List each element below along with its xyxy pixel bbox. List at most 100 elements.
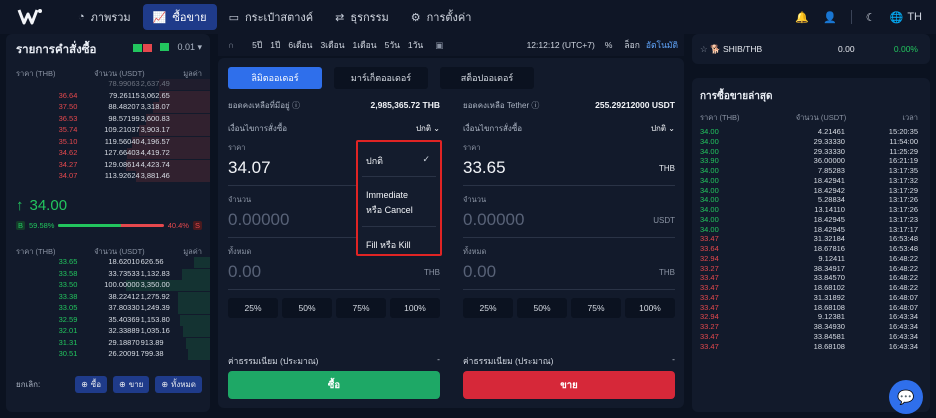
interval-0[interactable]: 5ปี <box>248 38 266 52</box>
trade-row: 34.00 18.42945 13:17:23 <box>700 215 918 225</box>
buy-pct-75[interactable]: 75% <box>336 298 386 318</box>
bid-row[interactable]: 32.01 32.33889 1,035.16 <box>16 326 210 338</box>
sell-condition-select[interactable]: เงื่อนไขการสั่งซื้อ ปกติ ⌄ <box>463 122 675 134</box>
calendar-icon[interactable]: ▣ <box>435 40 443 51</box>
interval-1[interactable]: 1ปี <box>266 38 284 52</box>
cancel-buy-button[interactable]: ⊕ ซื้อ <box>75 376 108 393</box>
row-price: 36.64 <box>58 90 78 100</box>
nav-item-0[interactable]: ◔ ภาพรวม <box>68 4 141 30</box>
interval-5[interactable]: 5วัน <box>381 38 404 52</box>
sell-total-field[interactable]: ทั้งหมด 0.00 THB <box>463 246 675 290</box>
bell-icon[interactable]: 🔔 <box>795 11 809 24</box>
row-value: 4,419.72 <box>140 148 170 157</box>
percent-toggle[interactable]: % <box>605 40 613 50</box>
trade-time: 13:17:26 <box>888 205 918 214</box>
nav-item-label: การตั้งค่า <box>426 12 472 24</box>
bid-row[interactable]: 33.05 37.80330 1,249.39 <box>16 303 210 315</box>
sell-condition-value: ปกติ ⌄ <box>650 123 675 133</box>
dropdown-option-normal[interactable]: ปกติ ✓ <box>358 154 440 168</box>
interval-3[interactable]: 3เดือน <box>316 38 348 52</box>
ask-row[interactable]: 34.27 129.08614 4,423.74 <box>16 159 210 172</box>
ask-row[interactable]: 34.07 113.92624 3,881.46 <box>16 171 210 183</box>
tab-stop-order[interactable]: สต็อปออเดอร์ <box>440 67 534 89</box>
star-icon[interactable]: ☆ <box>700 44 708 54</box>
trade-row: 32.94 9.12411 16:48:22 <box>700 254 918 264</box>
logo[interactable] <box>10 0 50 34</box>
dropdown-option-fok[interactable]: Fill หรือ Kill <box>358 238 440 252</box>
trade-row: 33.64 18.67816 16:53:48 <box>700 244 918 254</box>
dropdown-option-ioc-line1: Immediate <box>366 190 409 200</box>
row-amount: 33.73533 <box>108 268 140 278</box>
sell-pct-75[interactable]: 75% <box>571 298 621 318</box>
row-value: 3,318.07 <box>140 102 170 111</box>
buy-condition-select[interactable]: เงื่อนไขการสั่งซื้อ ปกติ ⌄ <box>228 122 440 134</box>
row-price: 36.53 <box>58 113 78 123</box>
cancel-sell-button[interactable]: ⊕ ขาย <box>113 376 150 393</box>
nav-item-4[interactable]: ⚙ การตั้งค่า <box>401 4 482 30</box>
cancel-all-button[interactable]: ⊕ ทั้งหมด <box>155 376 202 393</box>
interval-2[interactable]: 6เดือน <box>284 38 316 52</box>
chevron-down-icon: ⌄ <box>433 123 440 133</box>
sell-pct-50[interactable]: 50% <box>517 298 567 318</box>
buy-button[interactable]: ซื้อ <box>228 371 440 399</box>
chat-button[interactable]: 💬 <box>889 380 923 414</box>
bid-row[interactable]: 31.31 29.18870 913.89 <box>16 337 210 350</box>
sell-column: ยอดคงเหลือ Tether ⓘ 255.29212000 USDT เง… <box>463 98 675 318</box>
ask-row[interactable]: 35.10 119.56040 4,196.57 <box>16 136 210 149</box>
interval-4[interactable]: 1เดือน <box>349 38 381 52</box>
bid-row[interactable]: 32.59 35.40369 1,153.80 <box>16 314 210 327</box>
ask-list: 78.99063 2,637.49 36.64 79.26115 3,062.65 37.… <box>16 79 210 183</box>
nav-item-label: กระเป๋าสตางค์ <box>245 12 314 24</box>
trade-row: 33.90 36.00000 16:21:19 <box>700 156 918 166</box>
sell-pct-25[interactable]: 25% <box>463 298 513 318</box>
trade-time: 16:48:07 <box>888 302 918 312</box>
bid-row[interactable]: 33.38 38.22412 1,275.92 <box>16 291 210 304</box>
layout-both-icon[interactable] <box>133 43 153 52</box>
moon-icon[interactable]: ☾ <box>866 11 876 24</box>
nav-item-3[interactable]: ⇄ ธุรกรรม <box>325 4 399 30</box>
ticker-panel[interactable]: ☆ 🐕 SHIB/THB 0.00 0.00% <box>692 34 930 64</box>
magnet-icon[interactable]: ∩ <box>228 40 234 50</box>
bid-row[interactable]: 33.58 33.73533 1,132.83 <box>16 268 210 281</box>
tab-market-order[interactable]: มาร์เก็ตออเดอร์ <box>334 67 428 89</box>
trade-row: 33.47 33.84570 16:48:22 <box>700 273 918 283</box>
user-icon[interactable]: 👤 <box>823 11 837 24</box>
ask-row[interactable]: 37.50 88.48207 3,318.07 <box>16 102 210 114</box>
ask-row[interactable]: 34.62 127.66403 4,419.72 <box>16 148 210 160</box>
bid-row[interactable]: 30.51 26.20091 799.38 <box>16 349 210 361</box>
buy-pct-25[interactable]: 25% <box>228 298 278 318</box>
sell-amount-field[interactable]: จำนวน 0.00000 USDT <box>463 194 675 238</box>
bid-row[interactable]: 33.50 100.00000 3,350.00 <box>16 280 210 292</box>
sell-button[interactable]: ขาย <box>463 371 675 399</box>
precision-select[interactable]: 0.01 ▾ <box>177 42 202 53</box>
row-amount: 98.57199 <box>108 113 140 123</box>
buy-pct-100[interactable]: 100% <box>390 298 440 318</box>
row-price: 37.50 <box>58 102 78 111</box>
tab-limit-order[interactable]: ลิมิตออเดอร์ <box>228 67 322 89</box>
trade-price: 32.94 <box>700 312 719 322</box>
row-price: 33.65 <box>58 257 78 266</box>
ask-row[interactable]: 36.64 79.26115 3,062.65 <box>16 90 210 103</box>
auto-toggle[interactable]: อัตโนมัติ <box>646 38 678 52</box>
trade-row: 33.27 38.34917 16:48:22 <box>700 264 918 274</box>
bid-row[interactable]: 33.65 18.62010 626.56 <box>16 257 210 269</box>
trade-amount: 9.12381 <box>817 312 845 322</box>
dropdown-option-ioc[interactable]: Immediate หรือ Cancel <box>358 188 440 218</box>
buy-pct-50[interactable]: 50% <box>282 298 332 318</box>
log-toggle[interactable]: ล็อก <box>624 38 639 52</box>
ask-row[interactable]: 36.53 98.57199 3,600.83 <box>16 113 210 126</box>
language-selector[interactable]: 🌐 TH <box>890 11 922 24</box>
trade-time: 16:53:48 <box>888 234 918 244</box>
ask-row[interactable]: 35.74 109.21037 3,903.17 <box>16 125 210 137</box>
sell-price-field[interactable]: ราคา 33.65 THB <box>463 142 675 186</box>
interval-6[interactable]: 1วัน <box>404 38 427 52</box>
trade-time: 16:43:34 <box>888 322 918 331</box>
sell-pct-100[interactable]: 100% <box>625 298 675 318</box>
layout-buy-icon[interactable] <box>160 42 170 53</box>
sell-price-label: ราคา <box>463 143 481 152</box>
row-amount: 29.18870 <box>108 337 140 347</box>
nav-item-2[interactable]: ▭ กระเป๋าสตางค์ <box>219 4 324 30</box>
buy-amount-value: 0.00000 <box>228 210 290 229</box>
nav-item-1[interactable]: 📈 ซื้อขาย <box>142 4 217 30</box>
ask-row[interactable]: 78.99063 2,637.49 <box>16 79 210 91</box>
